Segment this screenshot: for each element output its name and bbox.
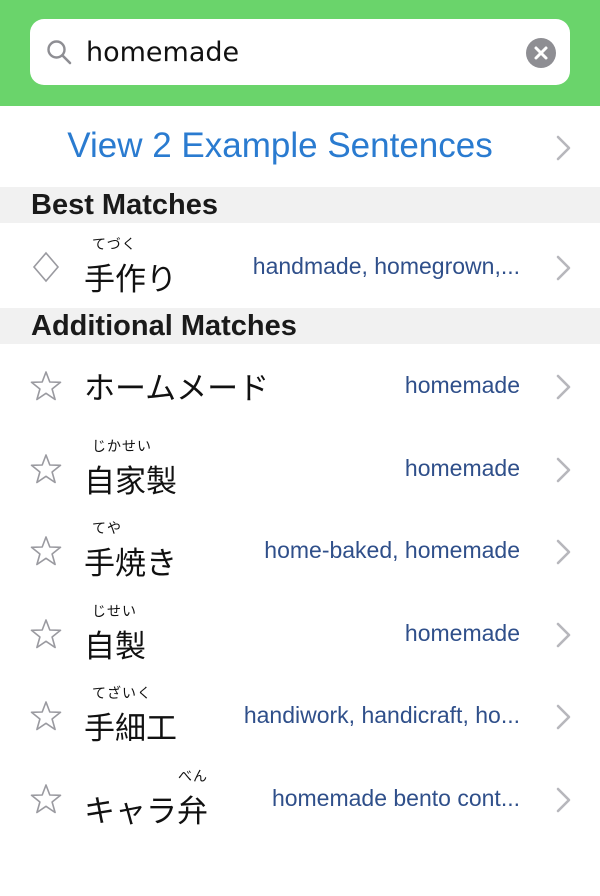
furigana-reading: てざいく xyxy=(92,686,152,703)
result-row[interactable]: べんキャラ弁 homemade bento cont... xyxy=(0,758,600,840)
furigana-reading: べん xyxy=(178,769,208,785)
english-meaning: home-baked, homemade xyxy=(264,537,520,564)
star-icon[interactable] xyxy=(30,783,62,815)
japanese-word: 自製 xyxy=(84,628,146,665)
chevron-right-icon xyxy=(556,255,571,281)
diamond-icon[interactable] xyxy=(30,251,62,283)
chevron-right-icon xyxy=(556,622,571,648)
search-input[interactable] xyxy=(86,29,506,75)
section-header-additional-matches: Additional Matches xyxy=(0,308,600,344)
star-icon[interactable] xyxy=(30,370,62,402)
search-header xyxy=(0,0,600,106)
english-meaning: handmade, homegrown,... xyxy=(252,253,520,279)
chevron-right-icon xyxy=(556,374,571,400)
search-bar[interactable] xyxy=(30,19,570,85)
english-meaning: homemade xyxy=(404,454,520,481)
chevron-right-icon xyxy=(556,539,571,565)
english-meaning: homemade xyxy=(404,372,520,398)
furigana-reading: じかせい xyxy=(92,438,152,455)
view-example-sentences-button[interactable]: View 2 Example Sentences xyxy=(0,108,600,186)
result-row[interactable]: じかせい自家製 homemade xyxy=(0,427,600,510)
chevron-right-icon xyxy=(556,787,571,813)
japanese-word: 手作り xyxy=(84,262,177,298)
section-header-best-matches: Best Matches xyxy=(0,187,600,223)
result-row[interactable]: てづく手作り handmade, homegrown,... xyxy=(0,226,600,308)
japanese-word: キャラ弁 xyxy=(84,794,208,830)
search-icon xyxy=(47,40,72,65)
result-row[interactable]: てざいく手細工 handiwork, handicraft, ho... xyxy=(0,675,600,758)
view-example-sentences-label: View 2 Example Sentences xyxy=(67,126,493,165)
furigana-reading: てや xyxy=(92,521,122,538)
english-meaning: homemade bento cont... xyxy=(271,785,520,811)
japanese-word: 手細工 xyxy=(84,711,177,748)
chevron-right-icon xyxy=(556,135,571,161)
english-meaning: handiwork, handicraft, ho... xyxy=(243,702,520,729)
clear-icon[interactable] xyxy=(526,38,556,68)
chevron-right-icon xyxy=(556,457,571,482)
result-row[interactable]: じせい自製 homemade xyxy=(0,592,600,675)
japanese-word: ホームメード xyxy=(84,371,270,407)
section-title: Additional Matches xyxy=(31,310,297,342)
star-icon[interactable] xyxy=(30,618,62,650)
star-icon[interactable] xyxy=(30,535,62,567)
furigana-reading: じせい xyxy=(92,603,137,620)
japanese-word: 手焼き xyxy=(84,546,177,583)
chevron-right-icon xyxy=(556,705,571,730)
english-meaning: homemade xyxy=(404,619,520,646)
japanese-word: 自家製 xyxy=(84,463,177,500)
result-row[interactable]: ホームメード homemade xyxy=(0,345,600,427)
section-title: Best Matches xyxy=(31,189,218,221)
furigana-reading: てづく xyxy=(92,237,137,253)
star-icon[interactable] xyxy=(30,700,62,732)
star-icon[interactable] xyxy=(30,453,62,485)
result-row[interactable]: てや手焼き home-baked, homemade xyxy=(0,510,600,593)
